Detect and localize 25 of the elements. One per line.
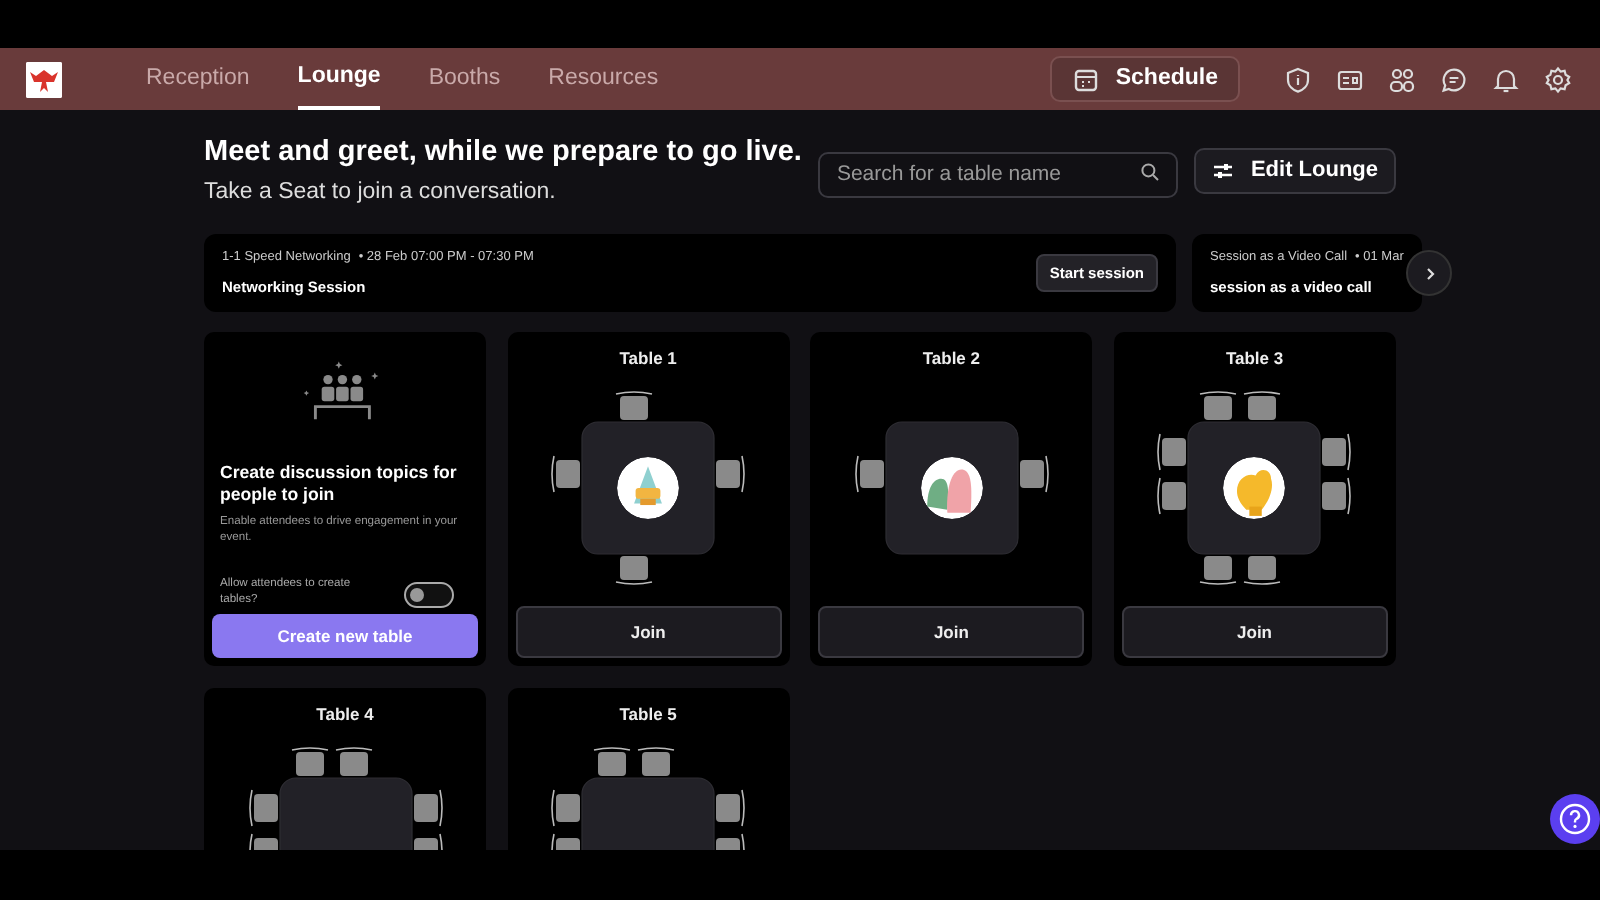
table-name: Table 3 [1225, 346, 1284, 372]
help-button[interactable] [1550, 794, 1600, 844]
table-name: Table 1 [619, 346, 677, 372]
search-field[interactable]: Search for a table name [818, 151, 1179, 197]
schedule-button[interactable]: Schedule [1049, 56, 1240, 102]
table-name: Table 2 [922, 346, 981, 372]
nav-tab[interactable]: Lounge [297, 48, 381, 110]
bird-logo-icon [26, 61, 62, 97]
nav-tab[interactable]: Resources [548, 48, 659, 110]
edit-lounge-button[interactable]: Edit Lounge [1194, 148, 1396, 194]
join-button[interactable]: Join [1121, 606, 1388, 658]
table-name: Table 4 [316, 702, 374, 728]
calendar-icon [1071, 65, 1100, 93]
sliders-icon [1212, 160, 1235, 182]
allow-tables-toggle[interactable] [404, 581, 454, 607]
join-button[interactable]: Join [818, 606, 1085, 658]
chevron-right-icon [1421, 265, 1437, 281]
search-icon [1140, 161, 1161, 181]
create-topics-heading: Create discussion topics for people to join [218, 462, 459, 508]
table-name: Table 5 [619, 702, 677, 728]
join-button[interactable]: Join [515, 606, 782, 658]
page-title: Meet and greet, while we prepare to go live. [204, 134, 802, 172]
page-subtitle: Take a Seat to join a conversation. [204, 177, 558, 208]
nav-tab[interactable]: Booths [428, 48, 501, 110]
nav-tab[interactable]: Reception [146, 48, 250, 110]
